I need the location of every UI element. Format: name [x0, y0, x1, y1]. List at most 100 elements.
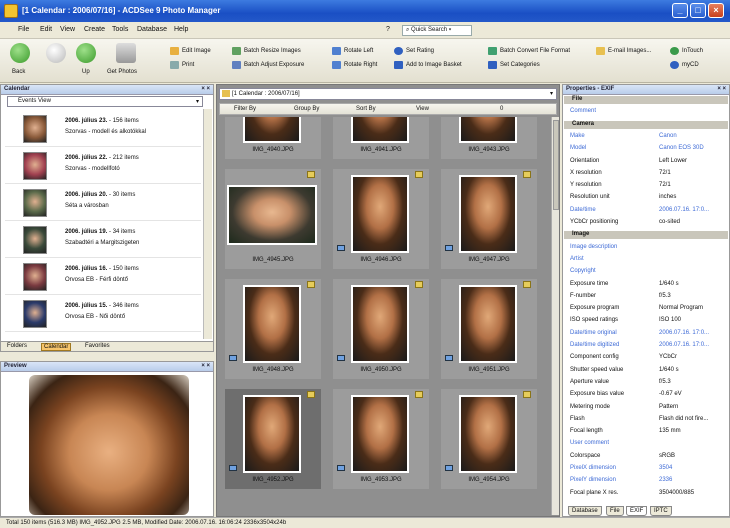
thumbnail-item[interactable]: IMG_4947.JPG: [441, 169, 537, 269]
property-row[interactable]: Make Canon: [564, 133, 728, 141]
property-row[interactable]: ISO speed ratings ISO 100: [564, 317, 728, 325]
menu-create[interactable]: Create: [84, 26, 105, 33]
thumbnail-item[interactable]: IMG_4952.JPG: [225, 389, 321, 489]
property-row[interactable]: Comment: [564, 108, 728, 116]
property-row[interactable]: Exposure bias value -0.67 eV: [564, 391, 728, 399]
batch-resize-button[interactable]: Batch Resize Images: [244, 48, 301, 54]
property-row[interactable]: Y resolution 72/1: [564, 182, 728, 190]
property-row[interactable]: Metering mode Pattern: [564, 404, 728, 412]
property-row[interactable]: Orientation Left Lower: [564, 158, 728, 166]
thumbnail-item[interactable]: IMG_4950.JPG: [333, 279, 429, 379]
event-list-item[interactable]: 2006. július 16. - 150 items Orvosa EB - …: [5, 259, 201, 295]
events-view-select[interactable]: Events View ▾: [7, 96, 203, 107]
up-label[interactable]: Up: [82, 69, 90, 75]
property-row[interactable]: F-number f/5.3: [564, 293, 728, 301]
property-row[interactable]: Copyright: [564, 268, 728, 276]
up-arrow-icon[interactable]: [76, 43, 96, 63]
property-row[interactable]: Artist: [564, 256, 728, 264]
property-row[interactable]: Image description: [564, 244, 728, 252]
property-section-header[interactable]: Camera: [564, 120, 728, 129]
forward-arrow-icon[interactable]: [46, 43, 66, 63]
tab-favorites[interactable]: Favorites: [83, 343, 112, 349]
menu-file[interactable]: File: [18, 26, 29, 33]
event-list-item[interactable]: 2006. július 20. - 30 items Séta a városb…: [5, 185, 201, 221]
group-by-button[interactable]: Group By: [294, 106, 319, 112]
zoom-value[interactable]: 0: [500, 106, 503, 112]
mycd-button[interactable]: myCD: [682, 62, 699, 68]
thumbnail-item[interactable]: IMG_4946.JPG: [333, 169, 429, 269]
menu-help-question[interactable]: ?: [386, 26, 390, 33]
property-row[interactable]: Focal length 135 mm: [564, 428, 728, 436]
property-row[interactable]: Resolution unit inches: [564, 194, 728, 202]
thumbnail-item[interactable]: IMG_4954.JPG: [441, 389, 537, 489]
property-row[interactable]: X resolution 72/1: [564, 170, 728, 178]
batch-convert-button[interactable]: Batch Convert File Format: [500, 48, 570, 54]
thumbnail-item[interactable]: IMG_4940.JPG: [225, 117, 321, 159]
set-rating-button[interactable]: Set Rating: [406, 48, 434, 54]
filter-by-button[interactable]: Filter By: [234, 106, 256, 112]
add-to-basket-button[interactable]: Add to Image Basket: [406, 62, 462, 68]
tab-calendar[interactable]: Calendar: [41, 343, 72, 351]
menu-database[interactable]: Database: [137, 26, 167, 33]
scrollbar-thumb[interactable]: [553, 120, 559, 210]
property-row[interactable]: Date/time original 2006.07.16. 17:0...: [564, 330, 728, 338]
thumbnail-item[interactable]: IMG_4945.JPG: [225, 169, 321, 269]
tab-file[interactable]: File: [606, 506, 624, 516]
menu-help[interactable]: Help: [174, 26, 188, 33]
property-row[interactable]: Flash Flash did not fire...: [564, 416, 728, 424]
get-photos-label[interactable]: Get Photos: [107, 69, 137, 75]
event-list-item[interactable]: 2006. július 22. - 212 items Szorvas - mo…: [5, 148, 201, 184]
property-row[interactable]: Shutter speed value 1/640 s: [564, 367, 728, 375]
tab-database[interactable]: Database: [568, 506, 602, 516]
thumbnail-item[interactable]: IMG_4943.JPG: [441, 117, 537, 159]
batch-adjust-button[interactable]: Batch Adjust Exposure: [244, 62, 304, 68]
intouch-button[interactable]: InTouch: [682, 48, 703, 54]
back-label[interactable]: Back: [12, 69, 25, 75]
property-row[interactable]: Date/time digitized 2006.07.16. 17:0...: [564, 342, 728, 350]
rotate-right-button[interactable]: Rotate Right: [344, 62, 377, 68]
sort-by-button[interactable]: Sort By: [356, 106, 376, 112]
panel-close-icon[interactable]: × ×: [717, 86, 726, 92]
edit-image-button[interactable]: Edit Image: [182, 48, 211, 54]
menu-edit[interactable]: Edit: [40, 26, 52, 33]
back-arrow-icon[interactable]: [10, 43, 30, 63]
quick-search-box[interactable]: ⌕ Quick Search ▾: [402, 25, 472, 36]
thumbnail-item[interactable]: IMG_4951.JPG: [441, 279, 537, 379]
property-row[interactable]: Date/time 2006.07.16. 17:0...: [564, 207, 728, 215]
menu-view[interactable]: View: [60, 26, 75, 33]
rotate-left-button[interactable]: Rotate Left: [344, 48, 373, 54]
thumbnail-item[interactable]: IMG_4953.JPG: [333, 389, 429, 489]
events-scrollbar[interactable]: [203, 109, 212, 339]
menu-tools[interactable]: Tools: [112, 26, 128, 33]
minimize-button[interactable]: _: [672, 3, 688, 18]
event-list-item[interactable]: 2006. július 23. - 156 items Szorvas - mo…: [5, 111, 201, 147]
camera-icon[interactable]: [116, 43, 136, 63]
maximize-button[interactable]: □: [690, 3, 706, 18]
tab-folders[interactable]: Folders: [5, 343, 29, 349]
property-row[interactable]: Exposure time 1/640 s: [564, 281, 728, 289]
property-row[interactable]: Aperture value f/5.3: [564, 379, 728, 387]
tab-exif[interactable]: EXIF: [626, 506, 648, 516]
panel-close-icon[interactable]: × ×: [201, 86, 210, 92]
event-list-item[interactable]: 2006. július 15. - 346 items Orvosa EB - …: [5, 296, 201, 332]
property-row[interactable]: User comment: [564, 440, 728, 448]
browser-scrollbar[interactable]: [551, 117, 559, 515]
thumbnail-item[interactable]: IMG_4941.JPG: [333, 117, 429, 159]
path-bar[interactable]: [1 Calendar : 2006/07/16] ▾: [219, 88, 557, 100]
property-row[interactable]: Component config YCbCr: [564, 354, 728, 362]
property-section-header[interactable]: File: [564, 96, 728, 104]
set-categories-button[interactable]: Set Categories: [500, 62, 540, 68]
thumbnail-item[interactable]: IMG_4948.JPG: [225, 279, 321, 379]
panel-close-icon[interactable]: × ×: [201, 363, 210, 369]
property-row[interactable]: Model Canon EOS 30D: [564, 145, 728, 153]
property-row[interactable]: Focal plane X res. 3504000/885: [564, 490, 728, 498]
email-images-button[interactable]: E-mail Images...: [608, 48, 651, 54]
tab-iptc[interactable]: IPTC: [650, 506, 672, 516]
property-row[interactable]: PixelY dimension 2336: [564, 477, 728, 485]
event-list-item[interactable]: 2006. július 19. - 34 items Szabadtéri a …: [5, 222, 201, 258]
property-row[interactable]: YCbCr positioning co-sited: [564, 219, 728, 227]
property-section-header[interactable]: Image: [564, 231, 728, 240]
close-button[interactable]: ×: [708, 3, 724, 18]
property-row[interactable]: Colorspace sRGB: [564, 453, 728, 461]
property-row[interactable]: PixelX dimension 3504: [564, 465, 728, 473]
